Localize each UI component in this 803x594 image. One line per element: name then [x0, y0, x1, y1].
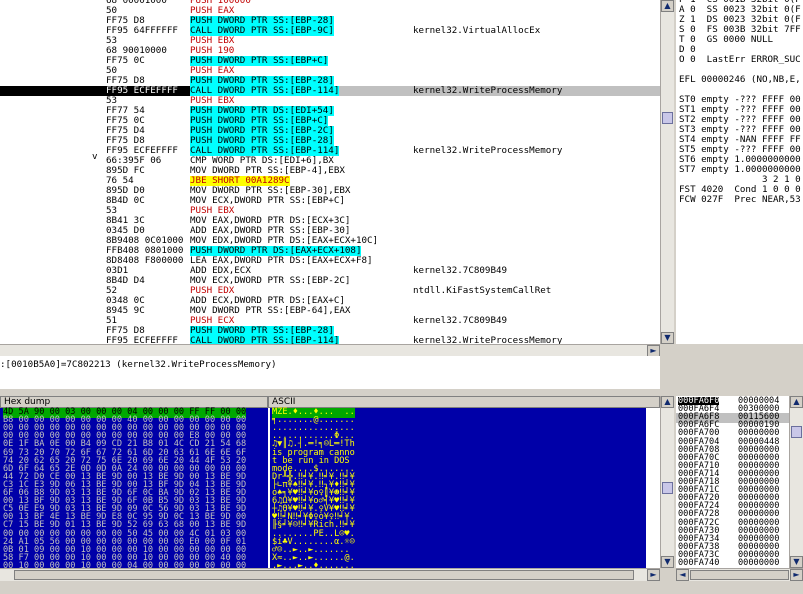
- disassembly-vscroll[interactable]: ▲ ▼: [660, 0, 674, 344]
- disasm-row[interactable]: 8D8408 F800000 LEA EAX,DWORD PTR DS:[EAX+…: [0, 256, 660, 266]
- stack-address: 000FA740: [678, 558, 720, 568]
- disasm-row[interactable]: 8945 9C MOV DWORD PTR SS:[EBP-64],EAX: [0, 306, 660, 316]
- dump-scroll-right-icon[interactable]: ►: [647, 569, 660, 581]
- scroll-thumb[interactable]: [662, 112, 673, 124]
- disasm-row[interactable]: FF95 ECFEFFFF CALL DWORD PTR SS:[EBP-114]…: [0, 86, 660, 96]
- register-line: EFL 00000246 (NO,NB,E,: [679, 74, 801, 85]
- disasm-row[interactable]: 8B4D 0C MOV ECX,DWORD PTR SS:[EBP+C]: [0, 196, 660, 206]
- stack-scroll-down-icon[interactable]: ▼: [790, 556, 803, 568]
- jump-arrow-icon: v: [92, 151, 98, 162]
- disassembly-pane[interactable]: 68 00001000 PUSH 100000 50 PUSH EAX FF75 D8 P…: [0, 0, 660, 344]
- disasm-comment: kernel32.VirtualAllocEx: [413, 25, 541, 36]
- stack-hscroll[interactable]: ◄ ►: [676, 568, 803, 581]
- register-line: T 0 GS 0000 NULL: [679, 34, 774, 45]
- disasm-bytes: FF95 ECFEFFFF: [106, 335, 178, 344]
- info-pane: :[0010B5A0]=7C802213 (kernel32.WriteProc…: [0, 356, 660, 389]
- stack-scroll-left-icon[interactable]: ◄: [676, 569, 689, 581]
- stack-scroll-thumb[interactable]: [791, 426, 802, 438]
- hex-dump-pane[interactable]: Hex dump ASCII 4D 5A 90 00 03 00 00 00 0…: [0, 396, 660, 568]
- info-text: :[0010B5A0]=7C802213 (kernel32.WriteProc…: [0, 359, 277, 370]
- scroll-up-icon[interactable]: ▲: [661, 0, 674, 12]
- dump-scroll-down-icon[interactable]: ▼: [661, 556, 674, 568]
- dump-scroll-up-icon[interactable]: ▲: [661, 396, 674, 408]
- disasm-row[interactable]: FF95 ECFEFFFF CALL DWORD PTR SS:[EBP-114]…: [0, 336, 660, 344]
- disasm-row[interactable]: FF95 64FFFFFF CALL DWORD PTR SS:[EBP-9C] k…: [0, 26, 660, 36]
- stack-pane[interactable]: 000FA6F0 00000004 000FA6F4 00300000 000FA6F8…: [676, 396, 803, 568]
- dump-scroll-thumb[interactable]: [662, 482, 673, 494]
- register-line: O 0 LastErr ERROR_SUC: [679, 54, 801, 65]
- registers-pane[interactable]: P 1 CS 001B 32bit 0(FA 0 SS 0023 32bit 0…: [676, 0, 803, 344]
- dump-hscroll[interactable]: ►: [0, 568, 660, 581]
- disasm-row[interactable]: FF75 0C PUSH DWORD PTR SS:[EBP+C]: [0, 56, 660, 66]
- disasm-comment: kernel32.7C809B49: [413, 315, 508, 326]
- stack-scroll-right-icon[interactable]: ►: [790, 569, 803, 581]
- disasm-comment: kernel32.WriteProcessMemory: [413, 335, 563, 344]
- disasm-row[interactable]: 53 PUSH EBX: [0, 36, 660, 46]
- disasm-comment: kernel32.7C809B49: [413, 265, 508, 276]
- stack-value: 00000000: [738, 558, 780, 568]
- stack-scroll-up-icon[interactable]: ▲: [790, 396, 803, 408]
- disasm-comment: kernel32.WriteProcessMemory: [413, 85, 563, 96]
- dump-vscroll[interactable]: ▲ ▼: [660, 396, 674, 568]
- scroll-down-icon[interactable]: ▼: [661, 332, 674, 344]
- disasm-instruction: CALL DWORD PTR SS:[EBP-114]: [190, 335, 340, 344]
- dump-hscroll-thumb[interactable]: [14, 570, 634, 580]
- stack-hscroll-thumb[interactable]: [690, 570, 789, 580]
- stack-vscroll[interactable]: ▲ ▼: [789, 396, 803, 568]
- register-line: FCW 027F Prec NEAR,53: [679, 194, 801, 205]
- disasm-row[interactable]: 68 90010000 PUSH 190: [0, 46, 660, 56]
- disasm-comment: kernel32.WriteProcessMemory: [413, 145, 563, 156]
- stack-row[interactable]: 000FA740 00000000: [676, 559, 789, 568]
- disasm-comment: ntdll.KiFastSystemCallRet: [413, 285, 552, 296]
- disasm-row[interactable]: FF77 54 PUSH DWORD PTR DS:[EDI+54]: [0, 106, 660, 116]
- disasm-row[interactable]: 895D FC MOV DWORD PTR SS:[EBP-4],EBX: [0, 166, 660, 176]
- disasm-row[interactable]: 8B4D D4 MOV ECX,DWORD PTR SS:[EBP-2C]: [0, 276, 660, 286]
